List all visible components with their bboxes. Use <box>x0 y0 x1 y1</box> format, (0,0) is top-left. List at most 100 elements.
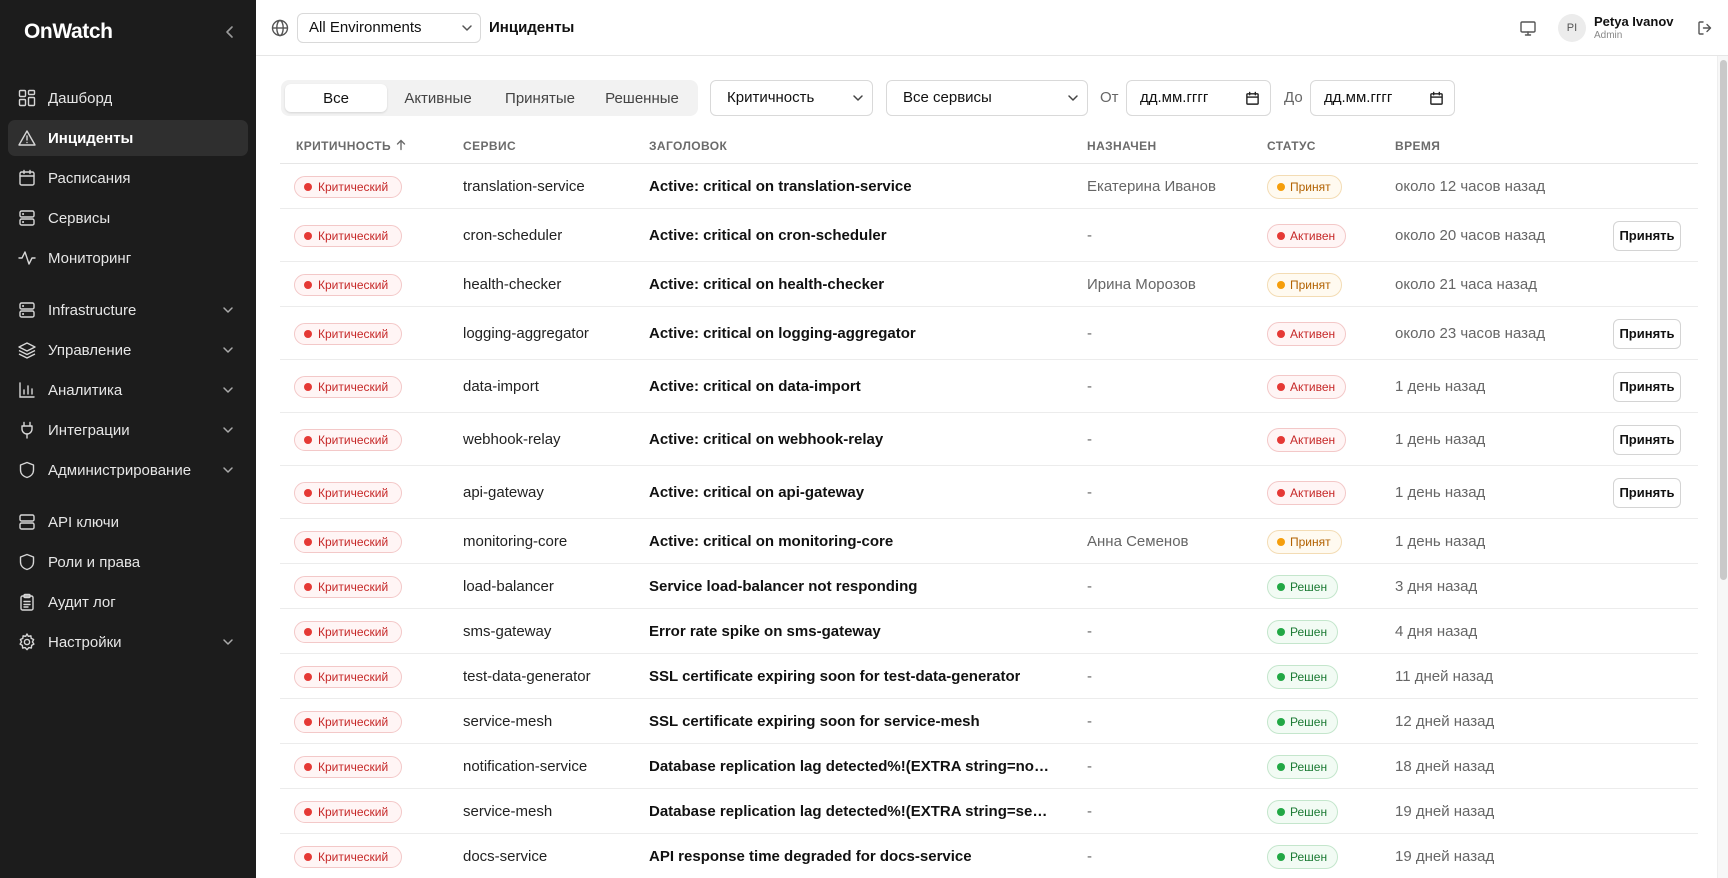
sidebar-item-6[interactable]: Управление <box>8 332 248 368</box>
title-cell[interactable]: Database replication lag detected%!(EXTR… <box>649 803 1051 820</box>
sidebar-item-12[interactable]: Аудит лог <box>8 584 248 620</box>
table-row[interactable]: Критический docs-service API response time… <box>280 834 1698 878</box>
table-row[interactable]: Критический data-import Active: critical o… <box>280 360 1698 413</box>
tab-1[interactable]: Активные <box>387 84 489 112</box>
sidebar-item-label: Аналитика <box>48 381 123 399</box>
tab-3[interactable]: Решенные <box>591 84 693 112</box>
table-row[interactable]: Критический health-checker Active: critica… <box>280 262 1698 307</box>
title-cell[interactable]: Active: critical on health-checker <box>649 276 884 293</box>
table-row[interactable]: Критический webhook-relay Active: critical… <box>280 413 1698 466</box>
layers-icon <box>17 340 37 360</box>
gear-icon <box>17 632 37 652</box>
column-service-header[interactable]: СЕРВИС <box>463 128 516 164</box>
status-badge: Решен <box>1267 799 1339 824</box>
table-row[interactable]: Критический service-mesh Database replicat… <box>280 789 1698 834</box>
table-row[interactable]: Критический notification-service Database … <box>280 744 1698 789</box>
sidebar-item-9[interactable]: Администрирование <box>8 452 248 488</box>
severity-filter[interactable]: Критичность <box>710 80 873 116</box>
globe-icon <box>270 18 290 38</box>
logout-button[interactable] <box>1695 18 1715 38</box>
chevron-down-icon <box>223 467 233 473</box>
tab-2[interactable]: Принятые <box>489 84 591 112</box>
service-cell: notification-service <box>463 757 588 775</box>
chevron-left-icon <box>226 26 233 38</box>
shield-icon <box>17 460 37 480</box>
logout-icon <box>1698 21 1712 35</box>
accept-button[interactable]: Принять <box>1613 371 1681 402</box>
table-row[interactable]: Критический sms-gateway Error rate spike o… <box>280 609 1698 654</box>
title-cell[interactable]: Active: critical on data-import <box>649 378 861 395</box>
assignee-cell: - <box>1087 802 1092 820</box>
tab-0[interactable]: Все <box>285 84 387 112</box>
service-filter[interactable]: Все сервисы <box>886 80 1088 116</box>
to-date-input[interactable]: дд.мм.гггг <box>1310 80 1455 116</box>
title-cell[interactable]: Service load-balancer not responding <box>649 578 917 595</box>
avatar[interactable]: PI <box>1558 14 1586 42</box>
service-cell: health-checker <box>463 275 562 293</box>
sidebar-item-1[interactable]: Инциденты <box>8 120 248 156</box>
table-row[interactable]: Критический translation-service Active: cr… <box>280 164 1698 209</box>
sidebar-item-13[interactable]: Настройки <box>8 624 248 660</box>
title-cell[interactable]: Active: critical on monitoring-core <box>649 533 893 550</box>
scrollbar-thumb[interactable] <box>1720 60 1727 580</box>
top-header: All Environments Инциденты PI Petya Ivan… <box>256 0 1728 56</box>
page-scrollbar[interactable] <box>1717 56 1728 878</box>
table-row[interactable]: Критический cron-scheduler Active: critica… <box>280 209 1698 262</box>
title-cell[interactable]: Active: critical on api-gateway <box>649 484 864 501</box>
table-row[interactable]: Критический service-mesh SSL certificate e… <box>280 699 1698 744</box>
sidebar-item-2[interactable]: Расписания <box>8 160 248 196</box>
title-cell[interactable]: SSL certificate expiring soon for test-d… <box>649 668 1020 685</box>
table-row[interactable]: Критический load-balancer Service load-bal… <box>280 564 1698 609</box>
sidebar-item-label: Мониторинг <box>48 249 132 267</box>
severity-filter-value: Критичность <box>727 89 815 106</box>
title-cell[interactable]: SSL certificate expiring soon for servic… <box>649 713 980 730</box>
shield-icon <box>17 552 37 572</box>
accept-button[interactable]: Принять <box>1613 424 1681 455</box>
sidebar: OnWatch Дашборд Инциденты Расписания Сервис… <box>0 0 256 878</box>
chevron-down-icon <box>462 25 472 31</box>
title-cell[interactable]: Active: critical on webhook-relay <box>649 431 883 448</box>
table-row[interactable]: Критический api-gateway Active: critical o… <box>280 466 1698 519</box>
title-cell[interactable]: Active: critical on cron-scheduler <box>649 227 887 244</box>
from-date-input[interactable]: дд.мм.гггг <box>1126 80 1271 116</box>
sidebar-item-7[interactable]: Аналитика <box>8 372 248 408</box>
to-date-placeholder: дд.мм.гггг <box>1324 89 1393 106</box>
sidebar-item-4[interactable]: Мониторинг <box>8 240 248 276</box>
column-title-header[interactable]: ЗАГОЛОВОК <box>649 128 727 164</box>
assignee-cell: - <box>1087 667 1092 685</box>
table-row[interactable]: Критический logging-aggregator Active: cri… <box>280 307 1698 360</box>
accept-button[interactable]: Принять <box>1613 477 1681 508</box>
sidebar-nav: Дашборд Инциденты Расписания Сервисы Монитор… <box>8 80 248 664</box>
column-status-header[interactable]: СТАТУС <box>1267 128 1316 164</box>
column-assignee-header[interactable]: НАЗНАЧЕН <box>1087 128 1157 164</box>
table-row[interactable]: Критический test-data-generator SSL certif… <box>280 654 1698 699</box>
title-cell[interactable]: Error rate spike on sms-gateway <box>649 623 881 640</box>
sidebar-item-11[interactable]: Роли и права <box>8 544 248 580</box>
sidebar-item-5[interactable]: Infrastructure <box>8 292 248 328</box>
service-cell: translation-service <box>463 177 585 195</box>
title-cell[interactable]: API response time degraded for docs-serv… <box>649 848 972 865</box>
title-cell[interactable]: Database replication lag detected%!(EXTR… <box>649 758 1051 775</box>
assignee-cell: - <box>1087 847 1092 865</box>
title-cell[interactable]: Active: critical on translation-service <box>649 178 912 195</box>
title-cell[interactable]: Active: critical on logging-aggregator <box>649 325 916 342</box>
from-date-placeholder: дд.мм.гггг <box>1140 89 1209 106</box>
sidebar-item-10[interactable]: API ключи <box>8 504 248 540</box>
column-time-header[interactable]: ВРЕМЯ <box>1395 128 1440 164</box>
service-cell: monitoring-core <box>463 532 568 550</box>
severity-badge: Критический <box>294 845 402 868</box>
monitor-icon[interactable] <box>1518 18 1538 38</box>
table-row[interactable]: Критический monitoring-core Active: critic… <box>280 519 1698 564</box>
sidebar-item-label: Инциденты <box>48 129 134 147</box>
severity-badge: Критический <box>294 375 402 398</box>
time-cell: около 12 часов назад <box>1395 177 1546 195</box>
sidebar-item-8[interactable]: Интеграции <box>8 412 248 448</box>
accept-button[interactable]: Принять <box>1613 318 1681 349</box>
column-severity-header[interactable]: КРИТИЧНОСТЬ <box>296 128 407 164</box>
sidebar-item-3[interactable]: Сервисы <box>8 200 248 236</box>
sidebar-item-0[interactable]: Дашборд <box>8 80 248 116</box>
accept-button[interactable]: Принять <box>1613 220 1681 251</box>
sidebar-item-label: Настройки <box>48 633 122 651</box>
environment-select[interactable]: All Environments <box>297 13 481 43</box>
collapse-sidebar-button[interactable] <box>220 22 240 42</box>
